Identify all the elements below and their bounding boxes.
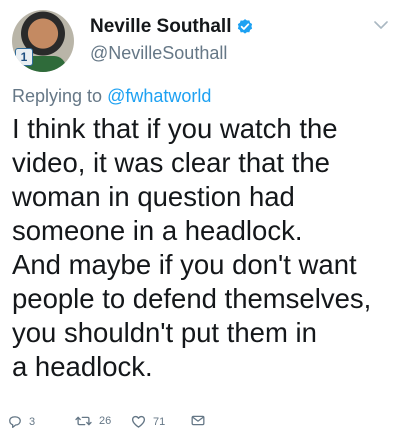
reply-mention-link[interactable]: @fwhatworld: [107, 86, 211, 106]
direct-message-button[interactable]: [191, 415, 205, 426]
like-button[interactable]: 71: [131, 415, 165, 428]
name-row: Neville Southall: [90, 16, 254, 38]
reply-icon: [9, 416, 21, 428]
tweet-text-line: someone in a headlock.: [12, 215, 303, 246]
direct-message-icon: [191, 415, 205, 426]
tweet-text-line: people to defend themselves,: [12, 283, 372, 314]
tweet-text-line: a headlock.: [12, 351, 153, 382]
like-icon: [131, 415, 146, 428]
action-bar: 3 26 71: [0, 408, 398, 438]
reply-button[interactable]: 3: [8, 415, 35, 428]
replying-to: Replying to @fwhatworld: [12, 86, 211, 107]
tweet-text-line: I think that if you watch the: [12, 113, 338, 144]
chevron-down-icon[interactable]: [374, 20, 388, 30]
user-handle[interactable]: @NevilleSouthall: [90, 43, 227, 64]
display-name[interactable]: Neville Southall: [90, 16, 231, 38]
avatar[interactable]: 1: [12, 10, 74, 72]
reply-count: 3: [29, 415, 36, 428]
avatar-badge: 1: [15, 48, 33, 66]
retweet-count: 26: [99, 415, 112, 427]
tweet-text-line: And maybe if you don't want: [12, 249, 357, 280]
tweet-card: 1 Neville Southall @NevilleSouthall Repl…: [0, 0, 398, 442]
tweet-text-line: woman in question had: [12, 181, 295, 212]
retweet-icon: [75, 416, 92, 426]
like-count: 71: [153, 415, 166, 428]
retweet-button[interactable]: 26: [75, 415, 111, 427]
tweet-text: I think that if you watch the video, it …: [12, 112, 392, 384]
tweet-text-line: you shouldn't put them in: [12, 317, 317, 348]
tweet-text-line: video, it was clear that the: [12, 147, 330, 178]
verified-badge-icon: [238, 19, 253, 34]
replying-to-label: Replying to: [12, 86, 103, 106]
